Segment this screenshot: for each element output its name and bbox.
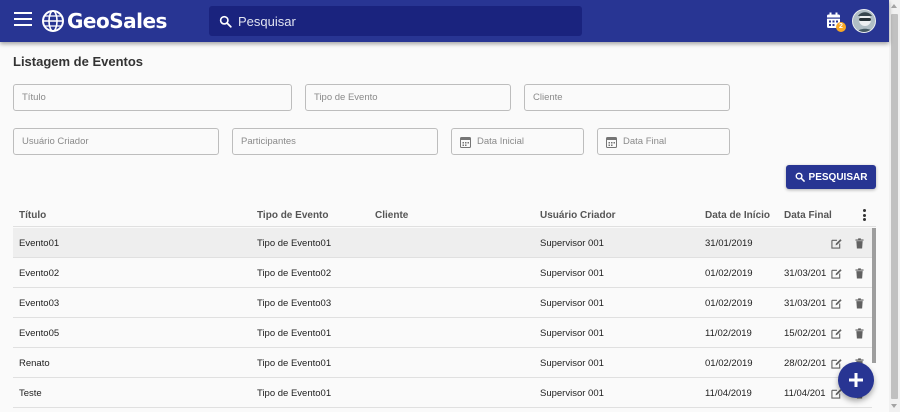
search-button-label: PESQUISAR bbox=[808, 171, 868, 183]
cell-creator: Supervisor 001 bbox=[540, 298, 604, 309]
cell-event-type: Tipo de Evento01 bbox=[257, 328, 332, 339]
title-field[interactable] bbox=[13, 84, 292, 111]
cell-title: Evento02 bbox=[19, 268, 60, 279]
title-input[interactable] bbox=[22, 92, 291, 103]
cell-title: Evento05 bbox=[19, 328, 60, 339]
more-vert-icon[interactable] bbox=[861, 209, 867, 221]
avatar-image bbox=[853, 10, 875, 32]
start-date-input[interactable] bbox=[477, 136, 583, 147]
trash-icon[interactable] bbox=[855, 268, 864, 279]
add-event-button[interactable] bbox=[838, 362, 874, 398]
table-row[interactable]: Evento05 Tipo de Evento01 Supervisor 001 11… bbox=[13, 318, 872, 348]
edit-icon[interactable] bbox=[831, 328, 842, 339]
cell-title: Renato bbox=[19, 358, 50, 369]
cell-event-type: Tipo de Evento01 bbox=[257, 358, 332, 369]
cell-start-date: 01/02/2019 bbox=[705, 358, 753, 369]
page-scrollbar[interactable] bbox=[889, 0, 900, 412]
cell-end-date: 11/04/2019 bbox=[784, 388, 826, 399]
client-field[interactable] bbox=[524, 84, 730, 111]
column-header-client[interactable]: Cliente bbox=[375, 210, 408, 221]
app-logo[interactable]: GeoSales bbox=[41, 7, 167, 35]
table-row[interactable]: Evento03 Tipo de Evento03 Supervisor 001 01… bbox=[13, 288, 872, 318]
globe-icon bbox=[42, 10, 64, 32]
cell-end-date: 15/02/2019 bbox=[784, 328, 826, 339]
cell-end-date: 28/02/2019 bbox=[784, 358, 826, 369]
search-icon bbox=[219, 15, 232, 28]
column-header-start-date[interactable]: Data de Início bbox=[705, 210, 770, 221]
edit-icon[interactable] bbox=[831, 298, 842, 309]
column-header-end-date[interactable]: Data Final bbox=[784, 210, 832, 221]
trash-icon[interactable] bbox=[855, 328, 864, 339]
creator-user-field[interactable] bbox=[13, 128, 219, 155]
cell-creator: Supervisor 001 bbox=[540, 358, 604, 369]
table-row[interactable]: Renato Tipo de Evento01 Supervisor 001 01/0… bbox=[13, 348, 872, 378]
events-table: Título Tipo de Evento Cliente Usuário Cr… bbox=[13, 203, 876, 412]
participants-input[interactable] bbox=[241, 136, 437, 147]
edit-icon[interactable] bbox=[831, 268, 842, 279]
cell-creator: Supervisor 001 bbox=[540, 238, 604, 249]
event-type-input[interactable] bbox=[314, 92, 510, 103]
cell-start-date: 01/02/2019 bbox=[705, 298, 753, 309]
cell-creator: Supervisor 001 bbox=[540, 388, 604, 399]
cell-end-date: 31/03/2019 bbox=[784, 298, 826, 309]
client-input[interactable] bbox=[533, 92, 729, 103]
cell-title: Evento03 bbox=[19, 298, 60, 309]
cell-start-date: 11/02/2019 bbox=[705, 328, 752, 339]
search-button[interactable]: PESQUISAR bbox=[786, 165, 876, 189]
calendar-button[interactable]: 2 bbox=[826, 12, 846, 32]
column-header-title[interactable]: Título bbox=[19, 210, 46, 221]
cell-start-date: 31/01/2019 bbox=[705, 238, 753, 249]
table-row[interactable]: Teste Tipo de Evento01 Supervisor 001 11/04… bbox=[13, 378, 872, 408]
cell-event-type: Tipo de Evento01 bbox=[257, 388, 332, 399]
end-date-input[interactable] bbox=[623, 136, 729, 147]
user-avatar[interactable] bbox=[852, 9, 876, 33]
trash-icon[interactable] bbox=[855, 298, 864, 309]
cell-creator: Supervisor 001 bbox=[540, 268, 604, 279]
cell-creator: Supervisor 001 bbox=[540, 328, 604, 339]
cell-start-date: 11/04/2019 bbox=[705, 388, 752, 399]
logo-text: GeoSales bbox=[67, 9, 167, 33]
page-title: Listagem de Eventos bbox=[13, 54, 144, 69]
end-date-field[interactable] bbox=[597, 128, 730, 155]
table-row[interactable]: Evento02 Tipo de Evento02 Supervisor 001 01… bbox=[13, 258, 872, 288]
calendar-icon[interactable] bbox=[460, 136, 471, 148]
calendar-icon[interactable] bbox=[606, 136, 617, 148]
table-row[interactable]: Evento01 Tipo de Evento01 Supervisor 001 31… bbox=[13, 228, 872, 258]
search-icon bbox=[795, 172, 805, 182]
scroll-down-arrow[interactable] bbox=[891, 404, 897, 408]
creator-user-input[interactable] bbox=[22, 136, 218, 147]
global-search-input[interactable] bbox=[238, 13, 558, 29]
edit-icon[interactable] bbox=[831, 358, 842, 369]
edit-icon[interactable] bbox=[831, 238, 842, 249]
cell-title: Teste bbox=[19, 388, 42, 399]
cell-event-type: Tipo de Evento02 bbox=[257, 268, 332, 279]
calendar-badge: 2 bbox=[836, 22, 846, 32]
trash-icon[interactable] bbox=[855, 238, 864, 249]
start-date-field[interactable] bbox=[451, 128, 584, 155]
plus-icon bbox=[849, 373, 863, 387]
menu-icon[interactable] bbox=[14, 12, 32, 30]
column-header-creator[interactable]: Usuário Criador bbox=[540, 210, 616, 221]
cell-end-date: 31/03/2019 bbox=[784, 268, 826, 279]
event-type-field[interactable] bbox=[305, 84, 511, 111]
table-scrollbar[interactable] bbox=[872, 228, 876, 363]
cell-title: Evento01 bbox=[19, 238, 60, 249]
cell-start-date: 01/02/2019 bbox=[705, 268, 753, 279]
scroll-up-arrow[interactable] bbox=[891, 4, 897, 8]
cell-event-type: Tipo de Evento01 bbox=[257, 238, 332, 249]
scroll-thumb[interactable] bbox=[891, 14, 898, 399]
cell-event-type: Tipo de Evento03 bbox=[257, 298, 332, 309]
table-header: Título Tipo de Evento Cliente Usuário Cr… bbox=[13, 203, 876, 227]
top-app-bar: GeoSales 2 bbox=[0, 0, 889, 42]
column-header-event-type[interactable]: Tipo de Evento bbox=[257, 210, 329, 221]
global-search[interactable] bbox=[209, 6, 582, 36]
participants-field[interactable] bbox=[232, 128, 438, 155]
